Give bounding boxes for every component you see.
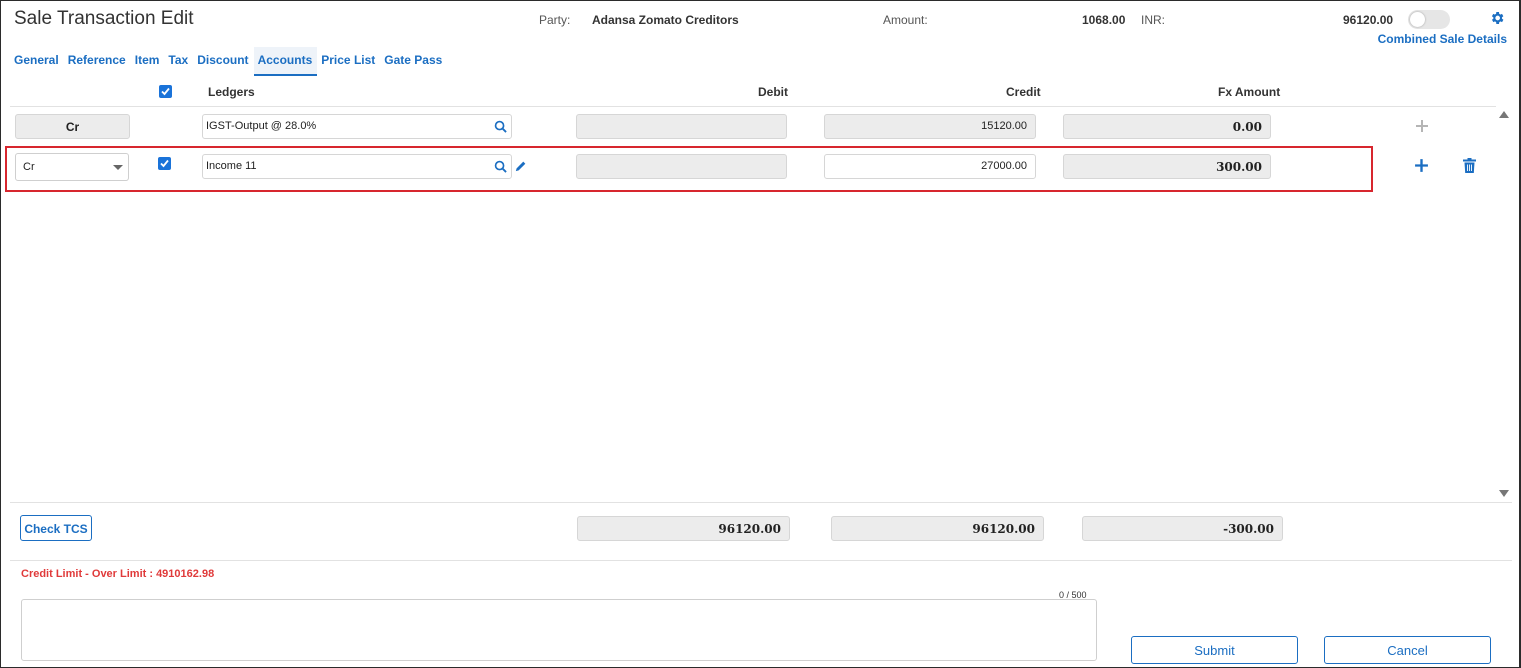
ledgers-column-header: Ledgers xyxy=(208,85,255,99)
ledger-value: IGST-Output @ 28.0% xyxy=(206,120,317,132)
credit-input[interactable]: 27000.00 xyxy=(824,154,1036,179)
page-title: Sale Transaction Edit xyxy=(14,8,194,29)
party-label: Party: xyxy=(539,13,571,27)
tab-general[interactable]: General xyxy=(10,47,64,76)
vertical-scrollbar[interactable] xyxy=(1496,107,1512,501)
amount-value: 1068.00 xyxy=(1082,13,1126,27)
cancel-button[interactable]: Cancel xyxy=(1324,636,1491,664)
debit-column-header: Debit xyxy=(758,85,788,99)
credit-limit-warning: Credit Limit - Over Limit : 4910162.98 xyxy=(21,568,215,580)
search-icon[interactable] xyxy=(494,160,507,173)
tab-gate-pass[interactable]: Gate Pass xyxy=(380,47,447,76)
row-type-select[interactable]: Cr xyxy=(15,153,129,181)
window-frame xyxy=(0,0,1521,668)
ledger-field[interactable]: IGST-Output @ 28.0% xyxy=(202,114,512,139)
tab-tax[interactable]: Tax xyxy=(164,47,193,76)
search-icon[interactable] xyxy=(494,120,507,133)
currency-label: INR: xyxy=(1141,13,1165,27)
tab-item[interactable]: Item xyxy=(131,47,165,76)
check-tcs-button[interactable]: Check TCS xyxy=(20,515,92,541)
ledger-field[interactable]: Income 11 xyxy=(202,154,512,179)
credit-column-header: Credit xyxy=(1006,85,1041,99)
add-row-icon[interactable] xyxy=(1414,158,1429,173)
tab-accounts[interactable]: Accounts xyxy=(253,47,318,76)
ledger-value: Income 11 xyxy=(206,160,257,172)
debit-field xyxy=(576,114,787,139)
currency-value: 96120.00 xyxy=(1343,13,1394,27)
combined-sale-details-link[interactable]: Combined Sale Details xyxy=(1378,32,1507,46)
toggle-knob xyxy=(1410,12,1425,27)
tab-discount[interactable]: Discount xyxy=(193,47,253,76)
plus-icon xyxy=(1416,120,1428,132)
row-checkbox[interactable] xyxy=(158,157,171,170)
header-divider xyxy=(10,106,1496,107)
pencil-icon[interactable] xyxy=(514,160,527,173)
credit-field: 15120.00 xyxy=(824,114,1036,139)
fx-amount-field: 300.00 xyxy=(1063,154,1271,179)
submit-button[interactable]: Submit xyxy=(1131,636,1298,664)
row-type-label: Cr xyxy=(15,114,130,139)
tab-price-list[interactable]: Price List xyxy=(317,47,380,76)
combined-toggle[interactable] xyxy=(1408,10,1450,29)
fx-amount-field: 0.00 xyxy=(1063,114,1271,139)
trash-icon[interactable] xyxy=(1463,158,1476,173)
tab-reference[interactable]: Reference xyxy=(64,47,131,76)
total-credit: 96120.00 xyxy=(831,516,1044,541)
scroll-up-arrow-icon[interactable] xyxy=(1499,111,1509,118)
totals-divider xyxy=(10,502,1512,503)
party-value: Adansa Zomato Creditors xyxy=(592,13,739,27)
footer-divider xyxy=(10,560,1512,561)
fx-amount-column-header: Fx Amount xyxy=(1218,85,1281,99)
total-fx-amount: -300.00 xyxy=(1082,516,1283,541)
chevron-down-icon xyxy=(113,165,123,170)
scroll-down-arrow-icon[interactable] xyxy=(1499,490,1509,497)
notes-textarea[interactable] xyxy=(21,599,1097,661)
row-type-value: Cr xyxy=(23,161,35,173)
amount-label: Amount: xyxy=(883,13,928,27)
tab-bar: General Reference Item Tax Discount Acco… xyxy=(10,47,447,76)
select-all-checkbox[interactable] xyxy=(159,85,172,98)
gear-icon[interactable] xyxy=(1489,10,1505,26)
debit-field xyxy=(576,154,787,179)
total-debit: 96120.00 xyxy=(577,516,790,541)
